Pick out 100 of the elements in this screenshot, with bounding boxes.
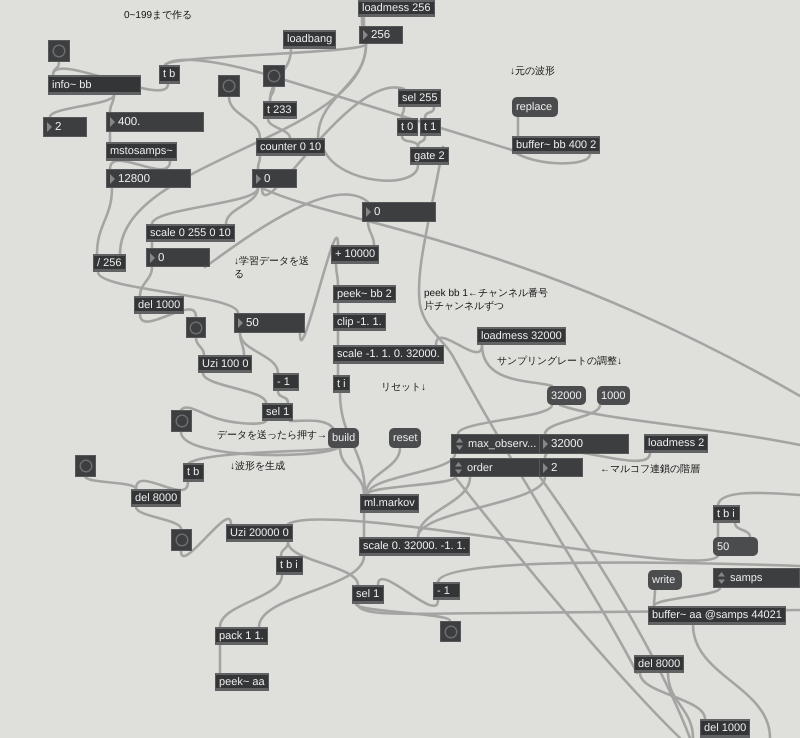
comment-text: 0~199まで作る (124, 10, 192, 22)
object-box: loadmess 2 (644, 434, 708, 453)
bang-button[interactable] (171, 410, 192, 432)
object-box: del 8000 (131, 489, 182, 507)
object-box: sel 1 (262, 403, 294, 421)
triangle-icon (363, 30, 368, 40)
dropdown-menu[interactable]: max_observ... (451, 434, 540, 454)
number-box[interactable]: 2 (539, 458, 583, 477)
object-box: info~ bb (48, 75, 141, 95)
ring-icon (52, 44, 66, 58)
object-box: t b i (276, 556, 303, 575)
comment-text: ↓波形を生成 (230, 461, 285, 474)
comment-text: サンプリングレートの調整↓ (497, 356, 622, 368)
bang-button[interactable] (218, 75, 240, 97)
object-box: mstosamps~ (106, 142, 177, 161)
ring-icon (174, 414, 188, 428)
object-box: ml.markov (360, 494, 419, 513)
object-box: t b (159, 65, 180, 84)
object-box: del 1000 (134, 296, 184, 314)
message-box[interactable]: reset (389, 428, 422, 448)
number-box[interactable]: 2 (43, 117, 87, 137)
triangle-icon (366, 207, 371, 217)
object-box: buffer~ bb 400 2 (512, 136, 600, 154)
message-box[interactable]: build (328, 428, 360, 448)
object-box: t 233 (263, 101, 297, 119)
triangle-icon (543, 439, 548, 449)
ring-icon (174, 533, 188, 547)
bang-button[interactable] (171, 529, 192, 551)
triangle-icon (256, 174, 261, 184)
comment-text: データを送ったら押す→ (217, 430, 327, 442)
bang-button[interactable] (186, 317, 206, 338)
object-box: t 1 (420, 118, 441, 136)
patch-cord (194, 336, 206, 356)
object-box: counter 0 10 (256, 138, 326, 156)
bang-button[interactable] (440, 621, 461, 642)
triangle-icon (543, 462, 548, 472)
object-box: del 8000 (634, 655, 684, 673)
comment-text: peek bb 1←チャンネル番号片チャンネルずつ (424, 288, 549, 313)
triangle-icon (238, 318, 243, 328)
number-box[interactable]: 0 (362, 202, 436, 222)
message-box[interactable]: write (648, 570, 682, 590)
object-box: + 10000 (331, 245, 380, 264)
ring-icon (189, 320, 203, 334)
object-box: peek~ aa (215, 673, 269, 691)
number-box[interactable]: 12800 (106, 169, 191, 188)
number-box[interactable]: 256 (359, 26, 403, 44)
object-box: loadmess 32000 (477, 327, 566, 345)
object-box: sel 255 (398, 89, 442, 107)
patch-cord (96, 186, 114, 256)
bang-button[interactable] (75, 455, 96, 477)
object-box: sel 1 (352, 585, 384, 604)
object-box: - 1 (273, 373, 299, 391)
updown-arrows-icon (718, 572, 725, 584)
triangle-icon (150, 252, 155, 262)
object-box: t 0 (397, 118, 418, 136)
object-box: / 256 (93, 254, 126, 272)
object-box: t b (183, 463, 204, 482)
message-box[interactable]: 1000 (597, 386, 630, 405)
ring-icon (444, 624, 458, 638)
triangle-icon (110, 174, 115, 184)
object-box: scale 0. 32000. -1. 1. (359, 537, 470, 556)
object-box: t b i (713, 505, 740, 523)
number-box[interactable]: 32000 (539, 434, 629, 454)
patch-cord (360, 16, 366, 28)
patch-cord (218, 644, 222, 674)
object-box: buffer~ aa @samps 44021 (648, 606, 786, 625)
bang-button[interactable] (48, 40, 70, 62)
number-box[interactable]: 50 (234, 313, 305, 333)
object-box: scale -1. 1. 0. 32000. (333, 345, 444, 364)
patch-cord (734, 522, 752, 538)
object-box: t i (333, 375, 350, 393)
dropdown-menu[interactable]: samps (713, 568, 800, 588)
comment-text: ←マルコフ連鎖の階層 (600, 464, 700, 476)
number-box[interactable]: 0 (146, 248, 210, 267)
object-box: Uzi 20000 0 (226, 524, 293, 542)
bang-button[interactable] (263, 65, 285, 87)
object-box: - 1 (433, 582, 460, 600)
message-box[interactable]: 32000 (547, 386, 586, 405)
object-box: loadmess 256 (358, 0, 434, 17)
message-box[interactable]: replace (512, 97, 558, 117)
ring-icon (78, 459, 92, 473)
object-box: peek~ bb 2 (333, 285, 396, 303)
comment-text: ↓元の波形 (510, 66, 555, 78)
object-box: Uzi 100 0 (198, 355, 252, 373)
updown-arrows-icon (456, 438, 463, 450)
ring-icon (267, 69, 281, 83)
triangle-icon (47, 122, 52, 132)
triangle-icon (110, 117, 115, 127)
ring-icon (222, 79, 236, 93)
object-box: del 1000 (700, 719, 750, 738)
number-box[interactable]: 400. (106, 112, 204, 132)
patch-cord (108, 130, 112, 144)
object-box: scale 0 255 0 10 (146, 224, 235, 242)
object-box: clip -1. 1. (333, 313, 386, 331)
object-box: gate 2 (410, 147, 449, 165)
comment-text: リセット↓ (381, 382, 426, 394)
number-box[interactable]: 0 (252, 169, 297, 188)
comment-text: ↓学習データを送る (234, 256, 310, 281)
message-box[interactable]: 50 (713, 537, 758, 556)
dropdown-menu[interactable]: order (450, 458, 540, 477)
